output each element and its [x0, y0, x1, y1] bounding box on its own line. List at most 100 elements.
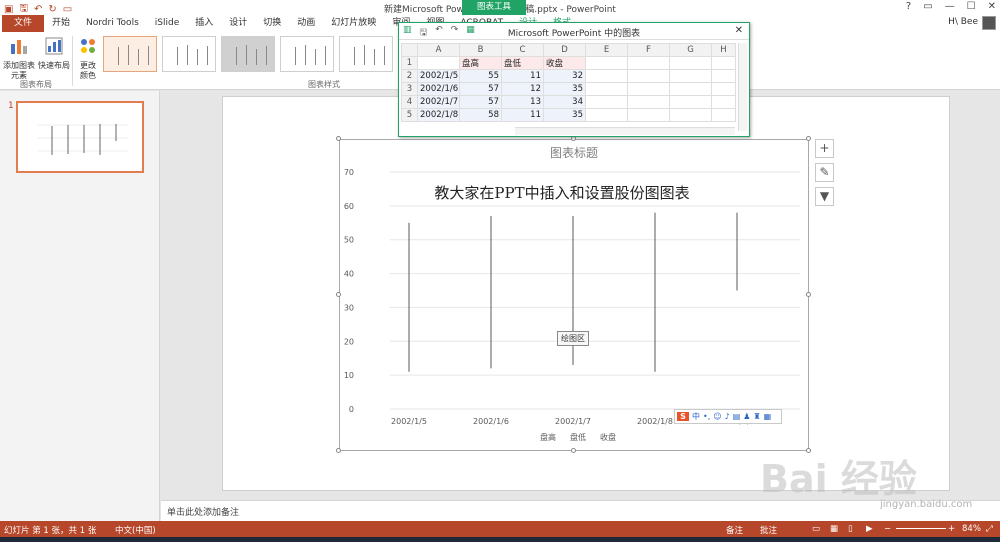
spreadsheet-cell[interactable]: [627, 56, 670, 70]
punctuation-icon[interactable]: •,: [703, 412, 710, 421]
spreadsheet-cell[interactable]: 2002/1/8: [417, 108, 460, 122]
avatar[interactable]: [982, 16, 996, 30]
spreadsheet-cell[interactable]: [627, 108, 670, 122]
chart-style-4[interactable]: [280, 36, 334, 72]
spreadsheet-cell[interactable]: 55: [459, 69, 502, 83]
column-header[interactable]: F: [627, 43, 670, 57]
spreadsheet-cell[interactable]: 58: [459, 108, 502, 122]
spreadsheet-cell[interactable]: [669, 108, 712, 122]
emoji-icon[interactable]: ☺: [713, 412, 721, 421]
spreadsheet-cell[interactable]: [669, 82, 712, 96]
column-header[interactable]: D: [543, 43, 586, 57]
spreadsheet-cell[interactable]: 13: [501, 95, 544, 109]
spreadsheet-cell[interactable]: 57: [459, 82, 502, 96]
column-header[interactable]: A: [417, 43, 460, 57]
spreadsheet-cell[interactable]: 2002/1/7: [417, 95, 460, 109]
spreadsheet-cell[interactable]: 2002/1/6: [417, 82, 460, 96]
quick-layout-button[interactable]: 快速布局: [37, 36, 71, 71]
spreadsheet-cell[interactable]: [585, 82, 628, 96]
row-header[interactable]: 3: [401, 82, 418, 96]
ime-toolbar[interactable]: S 中 •, ☺ ♪ ▤ ♟ ♜ ▦: [674, 409, 782, 424]
tab-design[interactable]: 设计: [221, 15, 255, 32]
spreadsheet-cell[interactable]: 57: [459, 95, 502, 109]
chart-filters-button[interactable]: ▼: [815, 187, 834, 206]
spreadsheet-cell[interactable]: 收盘: [543, 56, 586, 70]
language-indicator[interactable]: 中文(中国): [115, 524, 156, 536]
spreadsheet-cell[interactable]: [711, 108, 736, 122]
tab-nordri-tools[interactable]: Nordri Tools: [78, 15, 147, 32]
tab-home[interactable]: 开始: [44, 15, 78, 32]
slide-sorter-icon[interactable]: ▦: [830, 524, 838, 534]
change-colors-button[interactable]: 更改 颜色: [74, 36, 102, 81]
row-header[interactable]: 2: [401, 69, 418, 83]
tab-islide[interactable]: iSlide: [147, 15, 187, 32]
spreadsheet-cell[interactable]: 盘高: [459, 56, 502, 70]
spreadsheet-cell[interactable]: [627, 69, 670, 83]
spreadsheet-cell[interactable]: [627, 95, 670, 109]
chart-styles-button[interactable]: ✎: [815, 163, 834, 182]
close-button[interactable]: ✕: [988, 1, 996, 12]
skin-icon[interactable]: ♜: [753, 412, 760, 421]
chart-style-1[interactable]: [103, 36, 157, 72]
spreadsheet-cell[interactable]: [585, 95, 628, 109]
spreadsheet-cell[interactable]: [627, 82, 670, 96]
spreadsheet-cell[interactable]: [585, 56, 628, 70]
spreadsheet-cell[interactable]: [669, 95, 712, 109]
spreadsheet-cell[interactable]: 32: [543, 69, 586, 83]
notes-button[interactable]: 备注: [726, 524, 743, 536]
toolbox-icon[interactable]: ▦: [764, 412, 772, 421]
comments-button[interactable]: 批注: [760, 524, 777, 536]
spreadsheet-cell[interactable]: [669, 56, 712, 70]
chart-style-2[interactable]: [162, 36, 216, 72]
microphone-icon[interactable]: ♪: [725, 412, 730, 421]
spreadsheet-cell[interactable]: 35: [543, 108, 586, 122]
spreadsheet-grid[interactable]: ABCDEFGH 1 盘高 盘低 收盘 2 2002/1/5 55 11 32 3 2002/1/6…: [401, 43, 736, 122]
column-header[interactable]: [401, 43, 418, 57]
column-header[interactable]: G: [669, 43, 712, 57]
zoom-level[interactable]: 84%: [962, 524, 981, 534]
slide-thumbnail-1[interactable]: [16, 101, 144, 173]
column-header[interactable]: H: [711, 43, 736, 57]
slideshow-icon[interactable]: ▶: [866, 524, 873, 534]
tab-animations[interactable]: 动画: [289, 15, 323, 32]
chart-elements-button[interactable]: +: [815, 139, 834, 158]
spreadsheet-cell[interactable]: 12: [501, 82, 544, 96]
fit-slide-icon[interactable]: ⤢: [986, 524, 993, 534]
chart-data-window[interactable]: ▥ 🖫 ↶ ↷ ▦ Microsoft PowerPoint 中的图表 ✕ AB…: [398, 22, 750, 137]
spreadsheet-cell[interactable]: [711, 95, 736, 109]
minimize-button[interactable]: —: [945, 1, 955, 12]
zoom-out-button[interactable]: −: [884, 524, 891, 534]
reading-view-icon[interactable]: ▯: [848, 524, 853, 534]
spreadsheet-cell[interactable]: [669, 69, 712, 83]
column-header[interactable]: E: [585, 43, 628, 57]
spreadsheet-cell[interactable]: 盘低: [501, 56, 544, 70]
spreadsheet-cell[interactable]: 11: [501, 108, 544, 122]
row-header[interactable]: 5: [401, 108, 418, 122]
zoom-in-button[interactable]: +: [948, 524, 955, 534]
column-header[interactable]: C: [501, 43, 544, 57]
spreadsheet-cell[interactable]: 2002/1/5: [417, 69, 460, 83]
add-chart-element-button[interactable]: 添加图表 元素: [2, 36, 36, 81]
tab-transitions[interactable]: 切换: [255, 15, 289, 32]
spreadsheet-cell[interactable]: [417, 56, 460, 70]
spreadsheet-cell[interactable]: [711, 82, 736, 96]
chart-style-5[interactable]: [339, 36, 393, 72]
row-header[interactable]: 1: [401, 56, 418, 70]
normal-view-icon[interactable]: ▭: [812, 524, 820, 534]
spreadsheet-cell[interactable]: [585, 69, 628, 83]
spreadsheet-cell[interactable]: [585, 108, 628, 122]
spreadsheet-cell[interactable]: 11: [501, 69, 544, 83]
spreadsheet-cell[interactable]: [711, 69, 736, 83]
help-button[interactable]: ?: [906, 1, 911, 12]
close-icon[interactable]: ✕: [735, 25, 743, 36]
ribbon-display-button[interactable]: ▭: [923, 1, 932, 12]
zoom-slider[interactable]: [896, 528, 946, 529]
tab-slideshow[interactable]: 幻灯片放映: [323, 15, 384, 32]
tab-insert[interactable]: 插入: [187, 15, 221, 32]
spreadsheet-cell[interactable]: 35: [543, 82, 586, 96]
user-icon[interactable]: ♟: [743, 412, 750, 421]
column-header[interactable]: B: [459, 43, 502, 57]
row-header[interactable]: 4: [401, 95, 418, 109]
spreadsheet-cell[interactable]: [711, 56, 736, 70]
chart-style-3[interactable]: [221, 36, 275, 72]
